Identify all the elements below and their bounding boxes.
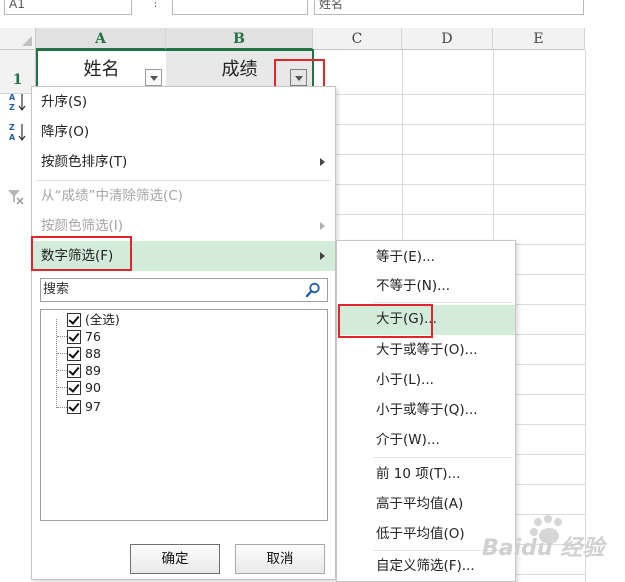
- sort-ascending-label: 升序(S): [41, 94, 88, 110]
- sort-ascending-icon: AZ: [8, 91, 28, 113]
- submenu-arrow-icon: [320, 252, 325, 260]
- tree-line: [57, 370, 67, 371]
- list-item-label: 88: [85, 346, 101, 361]
- menu-sort-by-color[interactable]: 按颜色排序(T): [32, 147, 335, 177]
- list-item-label: 89: [85, 363, 101, 378]
- list-item-label: (全选): [85, 312, 120, 327]
- checkbox[interactable]: [67, 381, 81, 395]
- menu-sort-descending[interactable]: ZA 降序(O): [9, 117, 335, 147]
- menu-clear-filter[interactable]: 从“成绩”中清除筛选(C): [8, 181, 335, 211]
- submenu-item-between[interactable]: 介于(W)...: [337, 426, 515, 456]
- checkbox[interactable]: [67, 347, 81, 361]
- formula-separator-icon: ⋮: [150, 0, 161, 9]
- column-header-a[interactable]: A: [36, 28, 166, 50]
- search-input[interactable]: 搜索: [40, 278, 328, 302]
- column-header-c[interactable]: C: [313, 28, 402, 50]
- list-item-label: 97: [85, 399, 101, 414]
- checkbox[interactable]: [67, 364, 81, 378]
- submenu-item-top-10[interactable]: 前 10 项(T)...: [337, 460, 515, 490]
- svg-text:Z: Z: [9, 103, 15, 112]
- formula-input[interactable]: 姓名: [314, 0, 584, 15]
- formula-function-area[interactable]: [172, 0, 308, 15]
- sort-by-color-label: 按颜色排序(T): [41, 154, 128, 170]
- annotation-highlight: [31, 236, 132, 271]
- list-item[interactable]: 89: [67, 362, 101, 379]
- filter-by-color-label: 按颜色筛选(I): [41, 218, 124, 234]
- svg-text:Z: Z: [9, 123, 15, 132]
- ok-button[interactable]: 确定: [130, 544, 220, 574]
- column-header-d[interactable]: D: [402, 28, 493, 50]
- list-item-select-all[interactable]: (全选): [67, 311, 120, 328]
- clear-filter-icon: [6, 187, 26, 207]
- submenu-item-less-than[interactable]: 小于(L)...: [337, 366, 515, 396]
- tree-line: [56, 319, 57, 408]
- filter-dropdown-a-icon[interactable]: [145, 69, 162, 86]
- checkbox[interactable]: [67, 400, 81, 414]
- submenu-item-greater-equal[interactable]: 大于或等于(O)...: [337, 336, 515, 366]
- list-item[interactable]: 97: [67, 398, 101, 415]
- checkbox[interactable]: [67, 313, 81, 327]
- list-item[interactable]: 90: [67, 379, 101, 396]
- annotation-highlight: [338, 304, 433, 338]
- tree-line: [57, 387, 67, 388]
- svg-text:A: A: [9, 133, 16, 142]
- menu-sort-ascending[interactable]: AZ 升序(S): [9, 87, 335, 117]
- submenu-item-less-equal[interactable]: 小于或等于(Q)...: [337, 396, 515, 426]
- cancel-button[interactable]: 取消: [235, 544, 325, 574]
- column-header-b[interactable]: B: [166, 28, 313, 50]
- submenu-item-not-equals[interactable]: 不等于(N)...: [337, 272, 515, 302]
- tree-line: [57, 353, 67, 354]
- sort-descending-label: 降序(O): [41, 124, 90, 140]
- submenu-arrow-icon: [320, 158, 325, 166]
- gridline: [585, 50, 586, 582]
- menu-separator: [373, 457, 513, 458]
- checkbox[interactable]: [67, 330, 81, 344]
- list-item[interactable]: 76: [67, 328, 101, 345]
- baidu-watermark: Baidu 经验: [478, 512, 618, 572]
- search-placeholder: 搜索: [43, 282, 70, 297]
- menu-separator: [373, 302, 513, 303]
- list-item-label: 76: [85, 329, 101, 344]
- search-icon[interactable]: [305, 282, 321, 298]
- watermark-text: Baidu 经验: [482, 536, 605, 561]
- sort-descending-icon: ZA: [8, 121, 28, 143]
- name-box[interactable]: A1: [4, 0, 132, 15]
- select-all-corner[interactable]: [0, 28, 36, 50]
- list-item-label: 90: [85, 380, 101, 395]
- submenu-arrow-icon: [320, 222, 325, 230]
- submenu-item-equals[interactable]: 等于(E)...: [337, 243, 515, 273]
- column-header-e[interactable]: E: [493, 28, 585, 50]
- list-item[interactable]: 88: [67, 345, 101, 362]
- clear-filter-label: 从“成绩”中清除筛选(C): [41, 188, 183, 204]
- svg-text:A: A: [9, 93, 16, 102]
- tree-line: [57, 336, 67, 337]
- tree-line: [57, 407, 67, 408]
